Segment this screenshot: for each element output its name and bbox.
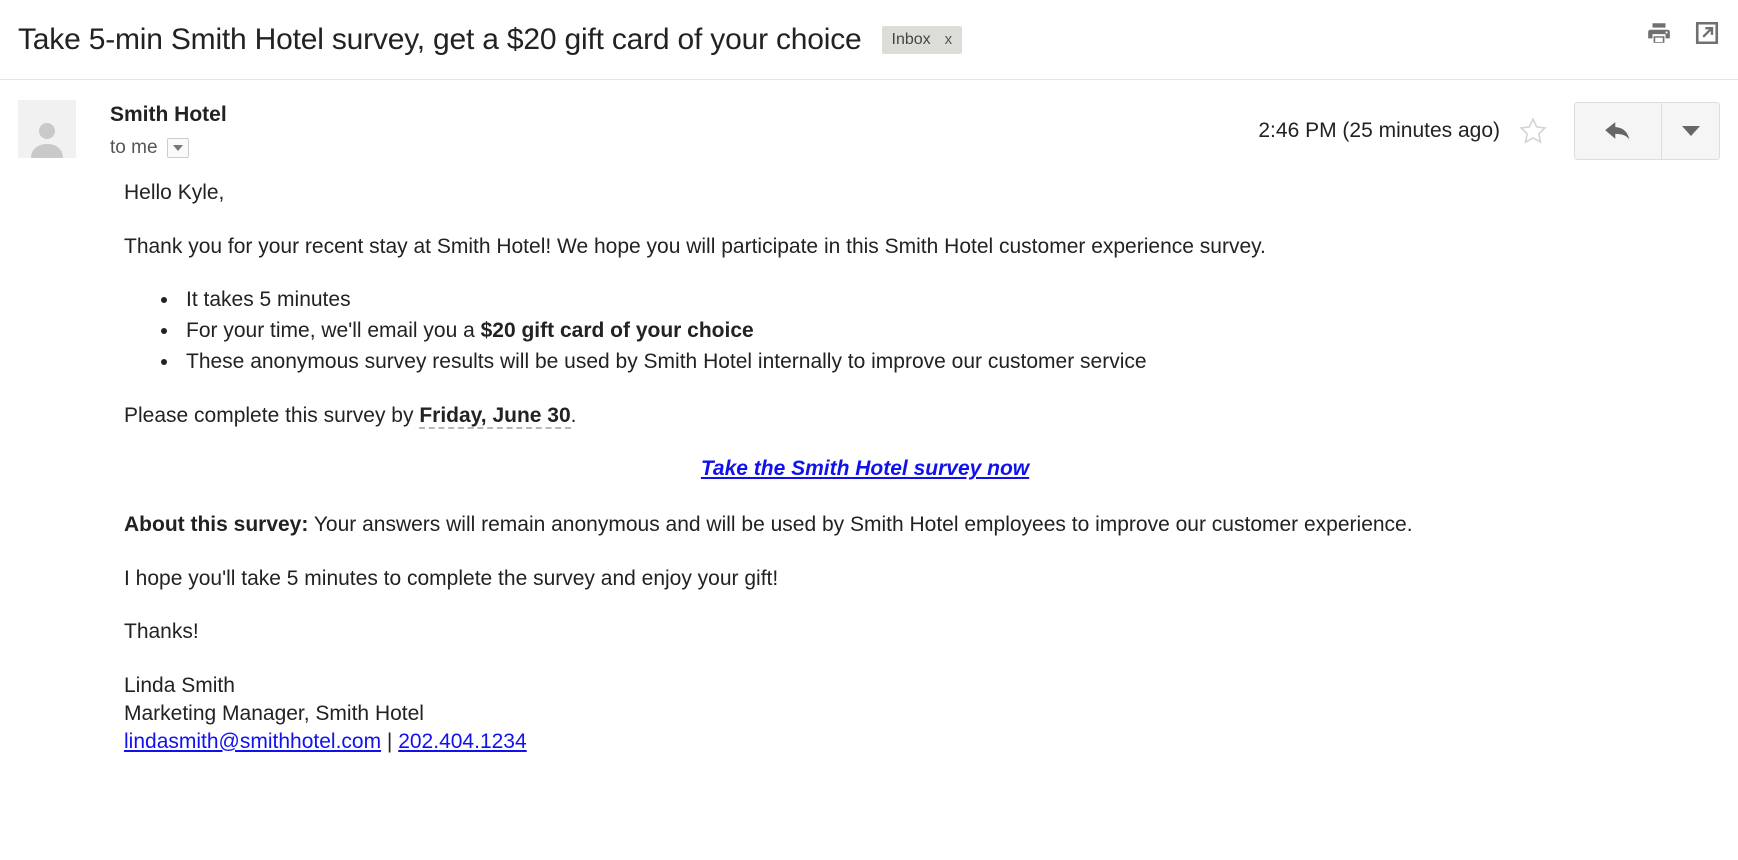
list-item: It takes 5 minutes <box>180 286 1696 314</box>
default-avatar-icon <box>31 123 63 158</box>
details-dropdown-icon[interactable] <box>166 138 189 158</box>
header-actions <box>1646 20 1720 46</box>
contact-separator: | <box>381 729 399 753</box>
label-chip-text: Inbox <box>891 30 931 48</box>
signature-title: Marketing Manager, Smith Hotel <box>124 701 424 725</box>
deadline-date: Friday, June 30 <box>419 403 571 429</box>
message-container: Smith Hotel to me 2:46 PM (25 minutes ag… <box>0 80 1738 755</box>
avatar <box>18 100 76 158</box>
reply-button-group <box>1574 102 1720 160</box>
deadline-paragraph: Please complete this survey by Friday, J… <box>124 402 1696 430</box>
signature-contact: lindasmith@smithhotel.com | 202.404.1234 <box>124 728 1696 756</box>
list-item: These anonymous survey results will be u… <box>180 348 1696 376</box>
recipient-row: to me <box>110 137 227 159</box>
sender-name: Smith Hotel <box>110 103 227 126</box>
reply-arrow-icon <box>1605 122 1630 140</box>
more-options-button[interactable] <box>1661 103 1719 159</box>
open-in-new-window-icon[interactable] <box>1694 20 1720 46</box>
signature-name: Linda Smith <box>124 674 235 698</box>
email-link[interactable]: lindasmith@smithhotel.com <box>124 730 381 753</box>
signature-block: Linda Smith Marketing Manager, Smith Hot… <box>124 672 1696 755</box>
print-icon[interactable] <box>1646 20 1672 46</box>
greeting: Hello Kyle, <box>124 181 225 204</box>
caret-triangle <box>172 145 183 151</box>
sender-block: Smith Hotel to me <box>110 100 227 159</box>
deadline-suffix: . <box>570 403 577 427</box>
star-outline-icon[interactable] <box>1518 116 1548 146</box>
phone-link[interactable]: 202.404.1234 <box>398 730 526 753</box>
list-item-text: It takes 5 minutes <box>186 288 351 312</box>
reply-button[interactable] <box>1575 103 1661 159</box>
timestamp: 2:46 PM (25 minutes ago) <box>1258 119 1500 142</box>
hope-paragraph: I hope you'll take 5 minutes to complete… <box>124 566 779 590</box>
about-label: About this survey: <box>124 513 309 537</box>
survey-link-container: Take the Smith Hotel survey now <box>124 455 1696 483</box>
more-options-caret-icon <box>1681 126 1700 136</box>
recipient-label: to me <box>110 137 158 158</box>
deadline-prefix: Please complete this survey by <box>124 403 420 427</box>
survey-link[interactable]: Take the Smith Hotel survey now <box>701 457 1029 480</box>
list-item-text: For your time, we'll email you a <box>186 319 481 343</box>
list-item-text: These anonymous survey results will be u… <box>186 349 1147 373</box>
page-title: Take 5-min Smith Hotel survey, get a $20… <box>18 22 862 56</box>
message-meta-actions: 2:46 PM (25 minutes ago) <box>1258 102 1720 160</box>
email-body: Hello Kyle, Thank you for your recent st… <box>18 159 1720 755</box>
thanks-paragraph: Thanks! <box>124 620 199 644</box>
about-text: Your answers will remain anonymous and w… <box>308 513 1413 537</box>
list-item-bold: $20 gift card of your choice <box>480 319 754 343</box>
message-header: Smith Hotel to me 2:46 PM (25 minutes ag… <box>18 80 1720 160</box>
subject-bar: Take 5-min Smith Hotel survey, get a $20… <box>0 0 1738 80</box>
intro-paragraph: Thank you for your recent stay at Smith … <box>124 234 1266 258</box>
about-paragraph: About this survey: Your answers will rem… <box>124 511 1696 539</box>
label-chip-inbox[interactable]: Inbox x <box>881 25 963 54</box>
benefits-list: It takes 5 minutes For your time, we'll … <box>124 286 1696 375</box>
list-item: For your time, we'll email you a $20 gif… <box>180 317 1696 345</box>
remove-label-button[interactable]: x <box>945 26 953 54</box>
